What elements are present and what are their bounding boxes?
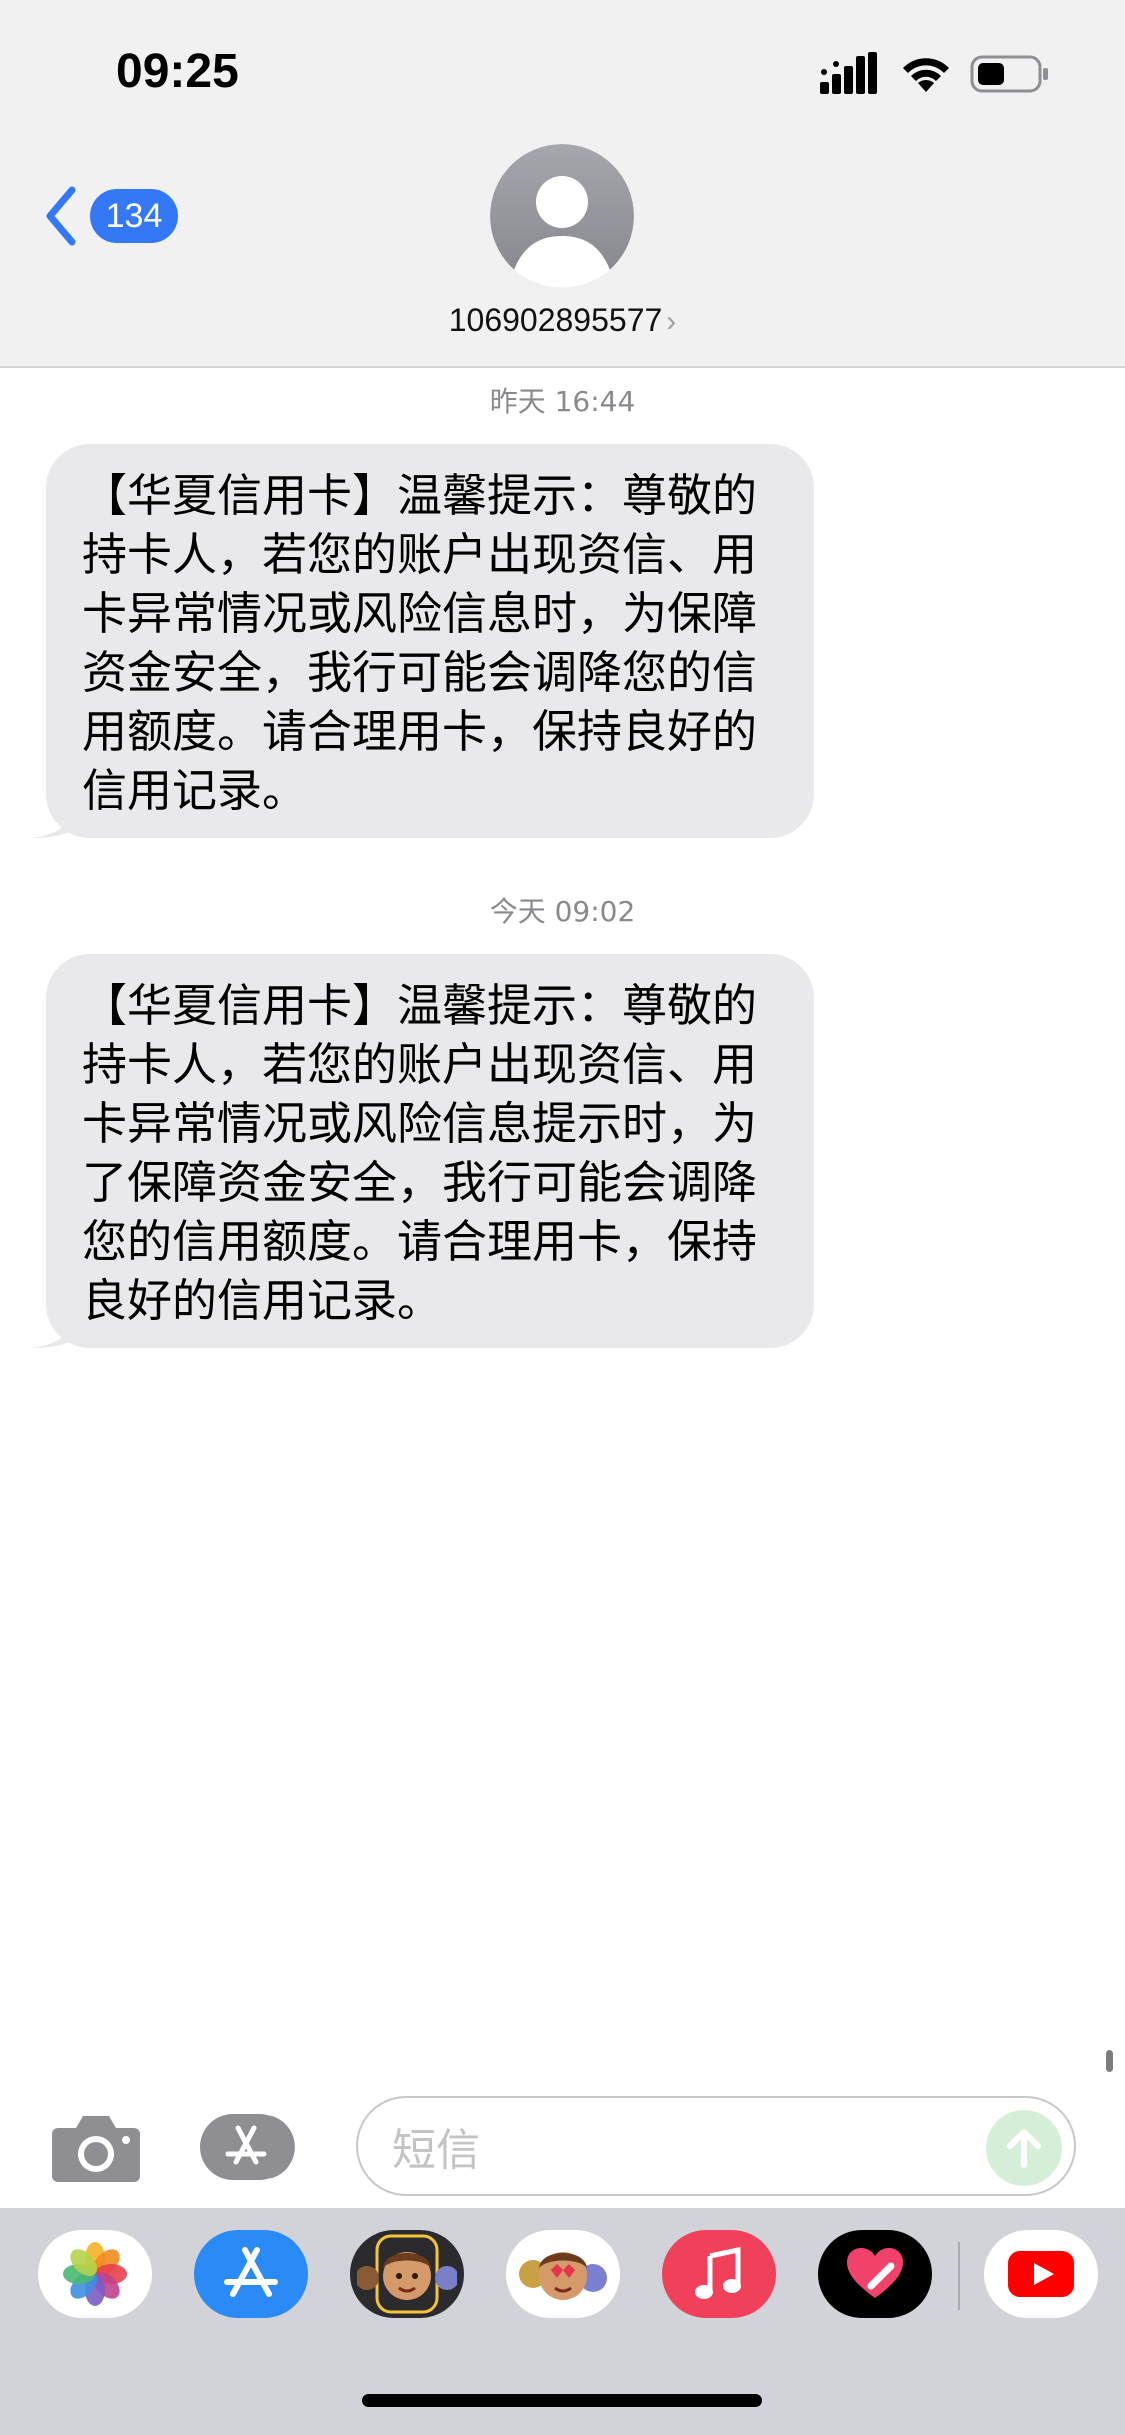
bubble-tail [32, 1314, 72, 1348]
message-text: 【华夏信用卡】温馨提示：尊敬的持卡人，若您的账户出现资信、用卡异常情况或风险信息… [82, 469, 758, 817]
message-input-placeholder: 短信 [392, 2125, 480, 2176]
scroll-indicator[interactable] [1106, 2050, 1113, 2072]
message-bubble[interactable]: 【华夏信用卡】温馨提示：尊敬的持卡人，若您的账户出现资信、用卡异常情况或风险信息… [32, 954, 814, 1348]
home-indicator[interactable] [362, 2394, 762, 2407]
conversation-header: 09:25 134 106902895577 › [0, 0, 1125, 368]
chevron-right-icon: › [666, 305, 677, 338]
cellular-signal-icon [820, 52, 877, 94]
message-input[interactable]: 短信 [356, 2096, 1076, 2196]
battery-icon [970, 55, 1048, 93]
back-button[interactable]: 134 [44, 186, 184, 246]
wifi-icon [903, 58, 949, 92]
youtube-icon[interactable] [984, 2230, 1098, 2318]
animoji-icon[interactable] [506, 2230, 620, 2318]
unread-count-badge: 134 [90, 189, 178, 243]
photos-icon[interactable] [38, 2230, 152, 2318]
status-time: 09:25 [116, 45, 239, 98]
contact-avatar[interactable] [490, 144, 634, 288]
send-button[interactable] [986, 2110, 1062, 2186]
app-store-icon[interactable] [194, 2230, 308, 2318]
person-icon [490, 144, 634, 288]
contact-name[interactable]: 106902895577 › [0, 302, 1125, 339]
contact-number: 106902895577 [448, 302, 663, 338]
chevron-left-icon [46, 186, 76, 246]
message-timestamp: 今天 09:02 [489, 895, 636, 928]
camera-icon[interactable] [50, 2110, 142, 2184]
bubble-tail [32, 804, 72, 838]
music-icon[interactable] [662, 2230, 776, 2318]
message-timestamp: 昨天 16:44 [489, 385, 636, 418]
message-text: 【华夏信用卡】温馨提示：尊敬的持卡人，若您的账户出现资信、用卡异常情况或风险信息… [82, 979, 758, 1327]
digital-touch-icon[interactable] [818, 2230, 932, 2318]
drawer-divider [958, 2242, 960, 2310]
app-store-icon[interactable] [198, 2112, 310, 2182]
memoji-icon[interactable] [350, 2230, 464, 2318]
message-bubble[interactable]: 【华夏信用卡】温馨提示：尊敬的持卡人，若您的账户出现资信、用卡异常情况或风险信息… [32, 444, 814, 838]
arrow-up-icon [1007, 2129, 1041, 2168]
